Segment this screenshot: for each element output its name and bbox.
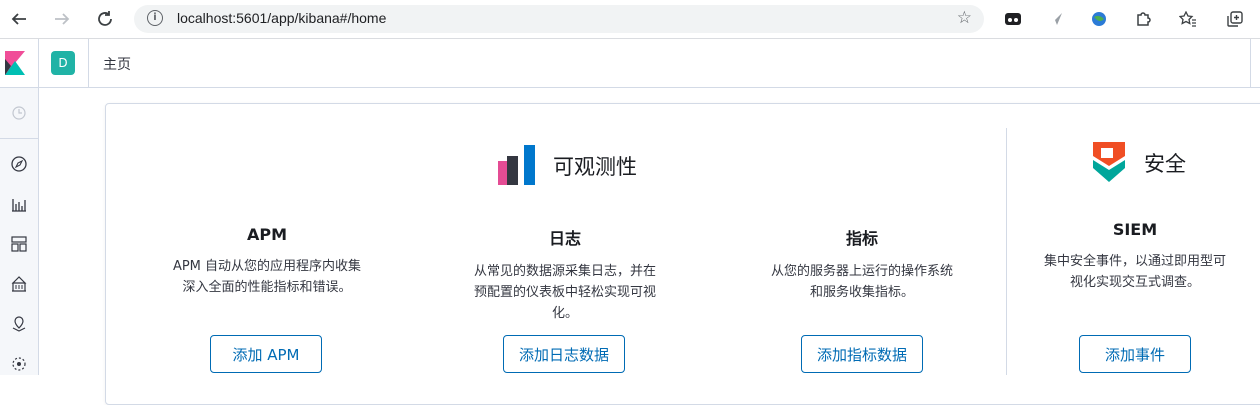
security-logo-icon bbox=[1091, 142, 1127, 182]
add-apm-button[interactable]: 添加 APM bbox=[210, 335, 322, 373]
url-text[interactable]: localhost:5601/app/kibana#/home bbox=[177, 10, 386, 26]
card-description: 集中安全事件，以通过即用型可视化实现交互式调查。 bbox=[1043, 254, 1226, 290]
extension-mask-icon[interactable] bbox=[1003, 9, 1023, 29]
extension-globe-icon[interactable] bbox=[1089, 9, 1109, 29]
nav-separator bbox=[0, 138, 38, 139]
kibana-header: D 主页 bbox=[0, 39, 1260, 88]
maps-icon[interactable] bbox=[0, 309, 38, 339]
siem-card: SIEM 集中安全事件，以通过即用型可视化实现交互式调查。 bbox=[1035, 220, 1235, 293]
reload-icon[interactable] bbox=[93, 7, 117, 31]
header-right-edge bbox=[1250, 39, 1260, 87]
add-metrics-button[interactable]: 添加指标数据 bbox=[801, 335, 923, 373]
observability-title: 可观测性 bbox=[553, 155, 637, 179]
site-info-icon[interactable]: i bbox=[147, 10, 163, 26]
back-arrow-icon[interactable] bbox=[7, 7, 31, 31]
side-navigation bbox=[0, 88, 39, 375]
space-selector[interactable]: D bbox=[38, 39, 89, 87]
kibana-logo[interactable] bbox=[0, 39, 39, 87]
card-title: 指标 bbox=[845, 229, 878, 248]
browser-toolbar: i localhost:5601/app/kibana#/home ☆ bbox=[0, 0, 1260, 39]
card-title: SIEM bbox=[1112, 220, 1158, 239]
card-description: APM 自动从您的应用程序内收集深入全面的性能指标和错误。 bbox=[172, 259, 362, 295]
apm-card: APM APM 自动从您的应用程序内收集深入全面的性能指标和错误。 bbox=[167, 225, 367, 298]
logs-card: 日志 从常见的数据源采集日志，并在预配置的仪表板中轻松实现可视化。 bbox=[465, 225, 665, 324]
visualize-chart-icon[interactable] bbox=[0, 189, 38, 219]
favorites-icon[interactable] bbox=[1178, 9, 1198, 29]
breadcrumb: 主页 bbox=[103, 57, 131, 73]
collections-icon[interactable] bbox=[1225, 9, 1245, 29]
add-logs-button[interactable]: 添加日志数据 bbox=[503, 335, 625, 373]
card-title: APM bbox=[246, 225, 288, 244]
canvas-icon[interactable] bbox=[0, 269, 38, 299]
extensions-puzzle-icon[interactable] bbox=[1133, 9, 1153, 29]
bookmark-star-icon[interactable]: ☆ bbox=[957, 8, 972, 28]
solution-divider bbox=[1006, 128, 1007, 375]
space-avatar[interactable]: D bbox=[51, 51, 75, 75]
recent-clock-icon[interactable] bbox=[0, 98, 38, 128]
security-title: 安全 bbox=[1144, 152, 1186, 176]
extension-bird-icon[interactable] bbox=[1046, 9, 1066, 29]
dashboard-icon[interactable] bbox=[0, 229, 38, 259]
observability-logo-icon bbox=[497, 145, 537, 185]
address-bar[interactable]: i localhost:5601/app/kibana#/home ☆ bbox=[134, 5, 984, 33]
add-events-button[interactable]: 添加事件 bbox=[1079, 335, 1191, 373]
card-title: 日志 bbox=[548, 229, 581, 248]
forward-arrow-icon[interactable] bbox=[50, 7, 74, 31]
metrics-card: 指标 从您的服务器上运行的操作系统和服务收集指标。 bbox=[762, 225, 962, 303]
card-description: 从您的服务器上运行的操作系统和服务收集指标。 bbox=[770, 264, 953, 300]
card-description: 从常见的数据源采集日志，并在预配置的仪表板中轻松实现可视化。 bbox=[473, 264, 656, 321]
discover-compass-icon[interactable] bbox=[0, 149, 38, 179]
